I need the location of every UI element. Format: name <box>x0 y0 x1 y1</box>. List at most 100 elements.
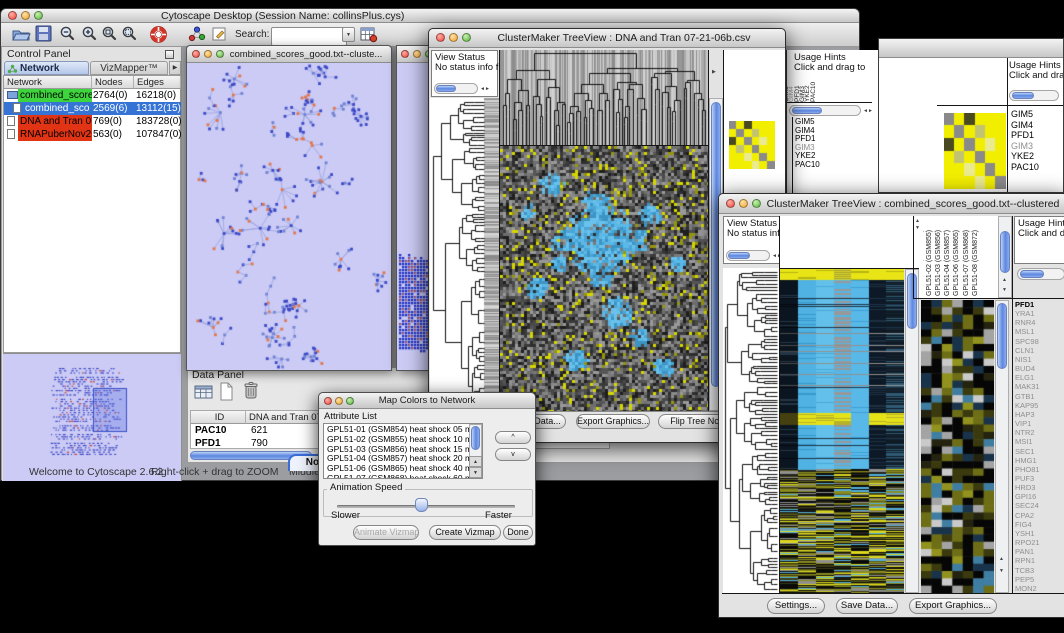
network-row[interactable]: combined_scores2764(0) 16218(0) <box>4 89 181 102</box>
export-graphics-button[interactable]: Export Graphics... <box>576 414 650 429</box>
save-data-button[interactable]: Save Data... <box>836 598 898 614</box>
network-row[interactable]: DNA and Tran 07769(0) 183728(0) <box>4 115 181 128</box>
column-header-nodes[interactable]: Nodes <box>92 76 134 89</box>
network-overview-canvas[interactable] <box>3 353 181 481</box>
tab-network[interactable]: Network <box>4 61 89 75</box>
gene-label: YKE2 <box>1011 151 1039 162</box>
animate-vizmap-button[interactable]: Animate Vizmap <box>353 525 419 540</box>
gene-label-list: GIM5GIM4PFD1GIM3YKE2PAC10 <box>795 118 820 170</box>
treeview1-right-panel: Usage Hints Click and drag to GIM5GIM4PF… <box>786 50 878 193</box>
gene-label: GIM4 <box>1011 120 1039 131</box>
gene-label: GIM5 <box>1011 109 1039 120</box>
gene-label: PAC10 <box>795 161 820 170</box>
gene-label: PFD1 <box>1011 130 1039 141</box>
search-dropdown-button[interactable]: ▼ <box>342 27 355 42</box>
data-panel-table-icon[interactable] <box>194 383 214 406</box>
network-document-icon <box>7 129 15 139</box>
treeview2-buttons: Settings... Save Data... Export Graphics..… <box>719 194 1064 617</box>
search-label: Search: <box>235 29 269 40</box>
done-button[interactable]: Done <box>503 525 533 540</box>
gene-label: GIM3 <box>1011 141 1039 152</box>
tab-overflow-button[interactable]: ▶ <box>169 61 181 75</box>
network-document-icon <box>7 116 15 126</box>
zoom-window-icon[interactable] <box>216 50 224 58</box>
treeview-background-window: Usage Hints Click and drag t GIM5GIM4PFD… <box>878 38 1064 193</box>
data-panel-new-doc-icon[interactable] <box>218 382 234 406</box>
close-icon[interactable] <box>401 50 409 58</box>
float-panel-icon[interactable] <box>165 50 174 59</box>
usage-hints-text: Click and drag t <box>1009 70 1064 81</box>
gene-label-list: GIM5GIM4PFD1GIM3YKE2PAC10 <box>1011 109 1039 172</box>
network-row[interactable]: combined_sco2569(6) 13112(15) <box>4 102 181 115</box>
close-icon[interactable] <box>8 11 17 20</box>
attribute-row-value: 790 <box>251 437 268 450</box>
close-icon[interactable] <box>192 50 200 58</box>
network-row-edges: 16218(0) <box>136 89 176 102</box>
network-row-nodes: 2764(0) <box>93 89 127 102</box>
network-view-2-titlebar[interactable] <box>397 46 429 63</box>
rotated-column-labels: GIM5GIM4PFD1GIM3YKE2PAC10 <box>789 72 821 102</box>
hscrollbar-thumb[interactable] <box>792 107 822 114</box>
network-view-title: combined_scores_good.txt--cluste... <box>225 49 387 60</box>
network-folder-icon <box>7 91 18 99</box>
network-list: combined_scores2764(0)16218(0)combined_s… <box>4 89 181 141</box>
minimize-icon[interactable] <box>413 50 421 58</box>
control-panel-title: Control Panel <box>7 48 71 60</box>
network-view-canvas[interactable] <box>187 63 391 370</box>
dialog-buttons: Animate Vizmap Create VizmapDone <box>319 393 535 545</box>
zoom-window-icon[interactable] <box>34 11 43 20</box>
main-titlebar[interactable]: Cytoscape Desktop (Session Name: collins… <box>1 9 859 23</box>
network-row-label: combined_sco <box>23 102 91 115</box>
create-vizmap-button[interactable]: Create Vizmap <box>429 525 501 540</box>
tab-vizmapper[interactable]: VizMapper™ <box>90 61 168 75</box>
open-file-icon[interactable] <box>11 25 31 45</box>
scroll-left-right-icons[interactable]: ◄► <box>863 108 873 114</box>
network-view-2-canvas[interactable] <box>397 63 429 370</box>
mini-heatmap-canvas[interactable] <box>944 113 1006 189</box>
attribute-row-id: PAC10 <box>195 424 227 437</box>
minimize-icon[interactable] <box>204 50 212 58</box>
trash-icon[interactable] <box>242 381 260 406</box>
network-row-edges: 13112(15) <box>136 102 181 115</box>
export-graphics-button[interactable]: Export Graphics... <box>909 598 997 614</box>
network-row-nodes: 2569(6) <box>93 102 127 115</box>
zoom-in-icon[interactable] <box>81 25 101 45</box>
attribute-browser-icon[interactable] <box>359 25 379 45</box>
column-header-edges[interactable]: Edges <box>134 76 181 89</box>
attribute-row-value: 621 <box>251 424 268 437</box>
open-vizmapper-icon[interactable] <box>187 25 207 45</box>
zoom-fit-icon[interactable] <box>101 25 121 45</box>
treeview-background-titlebar[interactable] <box>879 39 1063 58</box>
zoom-selected-region-icon[interactable] <box>121 25 141 45</box>
minimize-icon[interactable] <box>21 11 30 20</box>
network-document-icon <box>13 103 21 113</box>
map-colors-dialog: Map Colors to Network Attribute List GPL… <box>318 392 536 546</box>
status-zoom-hint: Right-click + drag to ZOOM <box>151 466 279 478</box>
network-row-edges: 107847(0) <box>136 128 182 141</box>
control-panel: Control Panel Network VizMapper™ ▶ Netwo… <box>2 47 182 481</box>
network-row[interactable]: RNAPuberNov2+I563(0)107847(0) <box>4 128 181 141</box>
annotation-tool-icon[interactable] <box>211 25 231 45</box>
status-welcome: Welcome to Cytoscape 2.6.2 <box>29 466 163 478</box>
search-input[interactable] <box>271 27 347 46</box>
gene-label: PAC10 <box>1011 162 1039 173</box>
network-table: Network Nodes Edges combined_scores2764(… <box>3 75 181 353</box>
network-row-nodes: 769(0) <box>93 115 122 128</box>
network-row-edges: 183728(0) <box>136 115 182 128</box>
rotated-column-label: PAC10 <box>811 82 816 102</box>
network-row-label: DNA and Tran 07 <box>18 115 92 128</box>
attr-column-id[interactable]: ID <box>191 411 246 424</box>
tab-network-label: Network <box>20 63 59 74</box>
network-row-nodes: 563(0) <box>93 128 122 141</box>
network-view-window-2 <box>396 45 430 371</box>
save-icon[interactable] <box>35 25 55 45</box>
network-view-window: combined_scores_good.txt--cluste... <box>186 45 392 371</box>
help-lifesaver-icon[interactable] <box>149 25 169 45</box>
main-window-title: Cytoscape Desktop (Session Name: collins… <box>161 10 404 22</box>
hscrollbar-thumb[interactable] <box>1012 92 1034 99</box>
network-row-label: combined_scores <box>18 89 92 102</box>
settings-button[interactable]: Settings... <box>767 598 825 614</box>
zoom-out-icon[interactable] <box>59 25 79 45</box>
column-header-network[interactable]: Network <box>4 76 92 89</box>
network-view-titlebar[interactable]: combined_scores_good.txt--cluste... <box>187 46 391 63</box>
